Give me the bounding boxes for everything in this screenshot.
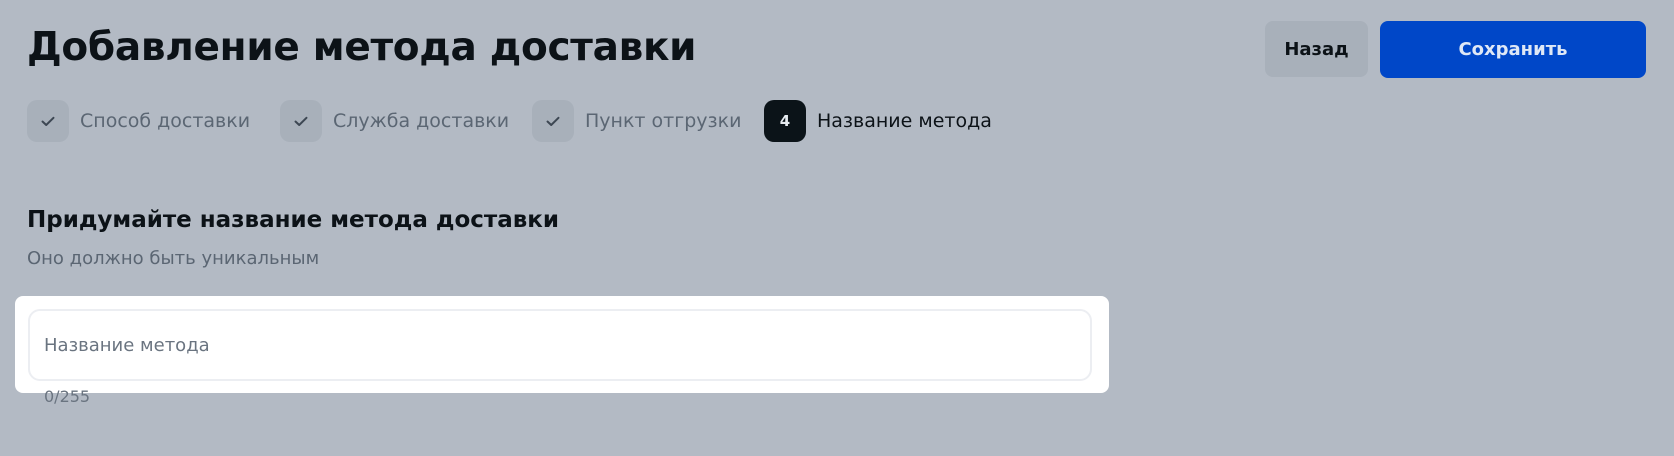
page-title: Добавление метода доставки [27,25,697,70]
method-name-input[interactable] [28,309,1092,381]
step-delivery-service[interactable]: Служба доставки [280,100,509,142]
back-button[interactable]: Назад [1265,21,1368,77]
step-number: 4 [764,100,806,142]
step-shipping-point[interactable]: Пункт отгрузки [532,100,741,142]
character-counter: 0/255 [44,387,91,406]
step-delivery-method[interactable]: Способ доставки [27,100,250,142]
save-button[interactable]: Сохранить [1380,21,1646,78]
section-title: Придумайте название метода доставки [27,207,560,233]
step-label: Способ доставки [80,110,251,132]
step-label: Пункт отгрузки [585,110,742,132]
check-icon [27,100,69,142]
check-icon [280,100,322,142]
section-subtitle: Оно должно быть уникальным [27,248,320,269]
step-label: Служба доставки [333,110,510,132]
step-method-name[interactable]: 4 Название метода [764,100,992,142]
page: Добавление метода доставки Назад Сохрани… [0,0,1674,456]
check-icon [532,100,574,142]
step-label: Название метода [817,110,992,132]
